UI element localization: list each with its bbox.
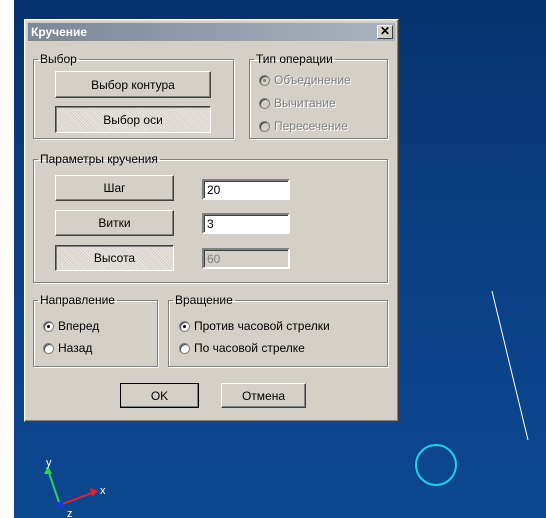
radio-ccw[interactable] (179, 320, 190, 332)
operation-subtract-label: Вычитание (274, 96, 336, 110)
operation-subtract-option[interactable]: Вычитание (259, 96, 336, 110)
direction-forward-label: Вперед (58, 319, 100, 333)
selection-legend: Выбор (40, 52, 77, 66)
dialog-title: Кручение (31, 25, 88, 39)
operation-intersect-label: Пересечение (274, 119, 348, 133)
axis-z-label: z (67, 508, 73, 518)
rotation-cw-option[interactable]: По часовой стрелке (179, 341, 305, 355)
radio-union[interactable] (259, 74, 270, 86)
operation-union-option[interactable]: Объединение (259, 73, 351, 87)
operation-type-legend: Тип операции (256, 52, 333, 66)
direction-forward-option[interactable]: Вперед (43, 319, 99, 333)
radio-subtract[interactable] (259, 97, 270, 109)
axis-y-label: y (46, 457, 52, 469)
cancel-button[interactable]: Отмена (221, 383, 306, 408)
twist-dialog: Кручение ✕ Выбор Выбор контура Выбор оси… (24, 19, 399, 422)
helix-axis-line (491, 290, 529, 441)
close-icon: ✕ (379, 24, 391, 38)
direction-back-option[interactable]: Назад (43, 341, 92, 355)
axis-triad (44, 466, 98, 508)
rotation-ccw-option[interactable]: Против часовой стрелки (179, 319, 330, 333)
axis-x-label: x (100, 485, 106, 497)
select-contour-button[interactable]: Выбор контура (55, 71, 211, 98)
ok-button[interactable]: OK (120, 383, 199, 408)
twist-params-legend: Параметры кручения (40, 152, 158, 166)
direction-legend: Направление (40, 293, 115, 307)
height-input[interactable]: 60 (202, 248, 290, 269)
close-button[interactable]: ✕ (377, 25, 393, 39)
turns-input[interactable]: 3 (202, 213, 290, 234)
rotation-legend: Вращение (175, 293, 233, 307)
rotation-ccw-label: Против часовой стрелки (194, 319, 330, 333)
operation-union-label: Объединение (274, 73, 351, 87)
select-axis-button[interactable]: Выбор оси (55, 106, 211, 133)
radio-back[interactable] (43, 342, 54, 354)
step-button[interactable]: Шаг (55, 175, 174, 201)
rotation-cw-label: По часовой стрелке (194, 341, 305, 355)
title-bar[interactable]: Кручение ✕ (28, 23, 395, 41)
operation-intersect-option[interactable]: Пересечение (259, 119, 348, 133)
turns-button[interactable]: Витки (55, 210, 174, 236)
radio-cw[interactable] (179, 342, 190, 354)
radio-intersect[interactable] (259, 120, 270, 132)
step-input[interactable]: 20 (202, 179, 290, 200)
contour-circle (415, 444, 457, 486)
radio-forward[interactable] (43, 320, 54, 332)
height-button[interactable]: Высота (55, 245, 174, 271)
direction-back-label: Назад (58, 341, 93, 355)
